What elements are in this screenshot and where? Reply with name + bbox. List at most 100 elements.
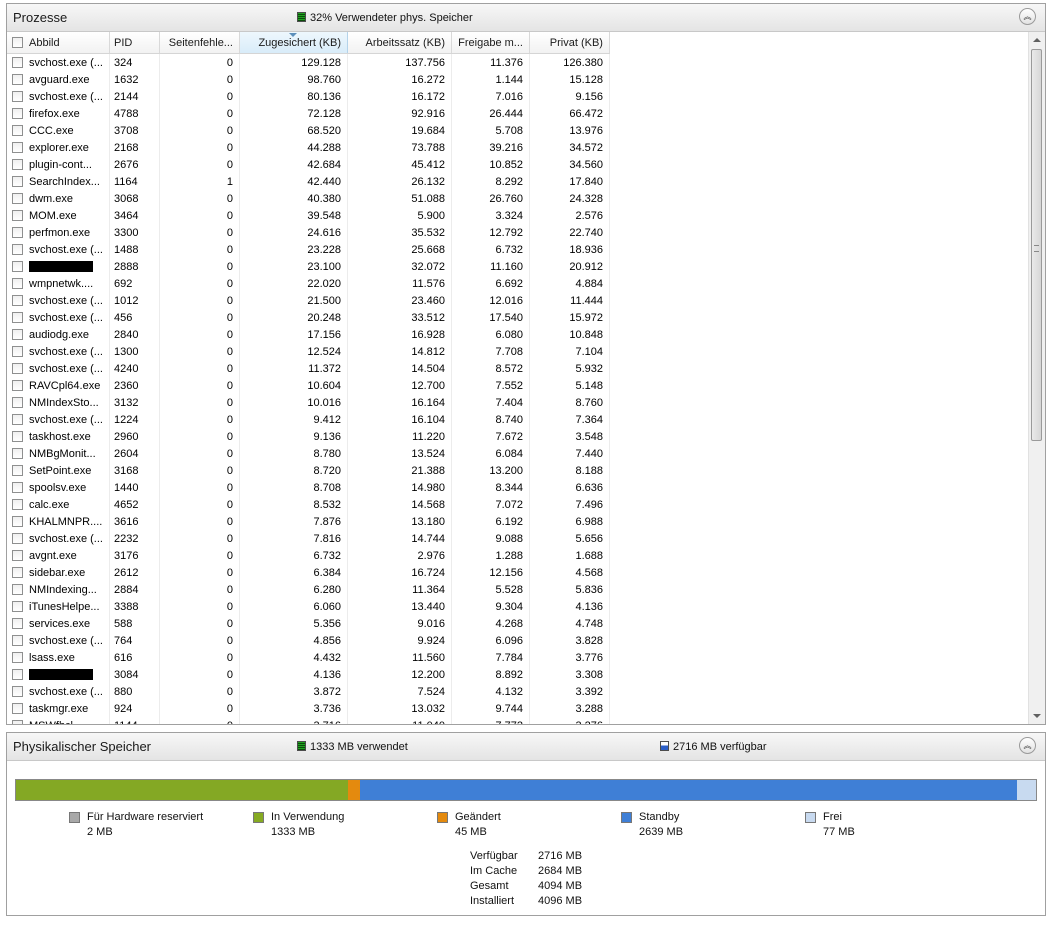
table-row[interactable]: svchost.exe (... 2232 0 7.816 14.744 9.088 5.6… (7, 530, 610, 547)
table-row[interactable]: svchost.exe (... 1300 0 12.524 14.812 7.708 7.… (7, 343, 610, 360)
row-checkbox[interactable] (12, 685, 23, 697)
row-checkbox[interactable] (12, 277, 23, 289)
table-row[interactable]: lsass.exe 616 0 4.432 11.560 7.784 3.776 (7, 649, 610, 666)
table-row[interactable]: svchost.exe (... 1012 0 21.500 23.460 12.016 1… (7, 292, 610, 309)
table-row[interactable]: firefox.exe 4788 0 72.128 92.916 26.444 66.472 (7, 105, 610, 122)
table-row[interactable]: wmpnetwk.... 692 0 22.020 11.576 6.692 4.884 (7, 275, 610, 292)
row-checkbox[interactable] (12, 413, 23, 425)
table-row[interactable]: SearchIndex... 1164 1 42.440 26.132 8.292 17.8… (7, 173, 610, 190)
row-checkbox[interactable] (12, 311, 23, 323)
row-checkbox[interactable] (12, 73, 23, 85)
column-header-page-faults[interactable]: Seitenfehle... (159, 32, 240, 54)
table-row[interactable]: explorer.exe 2168 0 44.288 73.788 39.216 34.57… (7, 139, 610, 156)
table-row[interactable]: svchost.exe (... 764 0 4.856 9.924 6.096 3.828 (7, 632, 610, 649)
table-row[interactable]: CCC.exe 3708 0 68.520 19.684 5.708 13.976 (7, 122, 610, 139)
table-row[interactable]: calc.exe 4652 0 8.532 14.568 7.072 7.496 (7, 496, 610, 513)
row-checkbox[interactable] (12, 583, 23, 595)
row-checkbox[interactable] (12, 141, 23, 153)
table-row[interactable]: KHALMNPR.... 3616 0 7.876 13.180 6.192 6.988 (7, 513, 610, 530)
commit-kb-cell: 8.532 (239, 496, 348, 513)
table-row[interactable]: taskmgr.exe 924 0 3.736 13.032 9.744 3.288 (7, 700, 610, 717)
table-row[interactable]: MSWfhcl... 114403.71611.0407.7723.276 (7, 717, 610, 724)
table-row[interactable]: spoolsv.exe 1440 0 8.708 14.980 8.344 6.636 (7, 479, 610, 496)
row-checkbox[interactable] (12, 209, 23, 221)
row-checkbox[interactable] (12, 430, 23, 442)
row-checkbox[interactable] (12, 396, 23, 408)
row-checkbox[interactable] (12, 600, 23, 612)
table-row[interactable]: NMIndexing... 2884 0 6.280 11.364 5.528 5.836 (7, 581, 610, 598)
physical-memory-header[interactable]: Physikalischer Speicher 1333 MB verwende… (7, 733, 1045, 761)
row-checkbox[interactable] (12, 124, 23, 136)
table-row[interactable]: avguard.exe 1632 0 98.760 16.272 1.144 15.128 (7, 71, 610, 88)
row-checkbox[interactable] (12, 566, 23, 578)
table-row[interactable]: RAVCpl64.exe 2360 0 10.604 12.700 7.552 5.148 (7, 377, 610, 394)
table-row[interactable]: plugin-cont... 2676 0 42.684 45.412 10.852 34.… (7, 156, 610, 173)
row-checkbox[interactable] (12, 260, 23, 272)
process-list-scrollbar[interactable] (1028, 32, 1045, 724)
column-header-pid[interactable]: PID (109, 32, 160, 54)
table-row[interactable]: svchost.exe (... 1488 0 23.228 25.668 6.732 18… (7, 241, 610, 258)
row-checkbox[interactable] (12, 549, 23, 561)
row-checkbox[interactable] (12, 651, 23, 663)
column-header-working-set[interactable]: Arbeitssatz (KB) (347, 32, 452, 54)
table-row[interactable]: services.exe 588 0 5.356 9.016 4.268 4.748 (7, 615, 610, 632)
row-checkbox[interactable] (12, 107, 23, 119)
scrollbar-thumb[interactable] (1031, 49, 1042, 441)
row-checkbox[interactable] (12, 617, 23, 629)
row-checkbox[interactable] (12, 226, 23, 238)
column-header-image[interactable]: Abbild (7, 32, 110, 54)
select-all-checkbox[interactable] (12, 36, 23, 48)
table-row[interactable]: svchost.exe (... 456 0 20.248 33.512 17.540 15… (7, 309, 610, 326)
row-checkbox[interactable] (12, 498, 23, 510)
row-checkbox[interactable] (12, 345, 23, 357)
row-checkbox[interactable] (12, 328, 23, 340)
row-checkbox[interactable] (12, 702, 23, 714)
row-checkbox[interactable] (12, 379, 23, 391)
table-row[interactable]: iTunesHelpe... 3388 0 6.060 13.440 9.304 4.136 (7, 598, 610, 615)
table-row[interactable]: avgnt.exe 3176 0 6.732 2.976 1.288 1.688 (7, 547, 610, 564)
table-row[interactable]: svchost.exe (... 2144 0 80.136 16.172 7.016 9.… (7, 88, 610, 105)
table-row[interactable]: svchost.exe (... 324 0 129.128 137.756 11.376… (7, 53, 610, 71)
table-row[interactable]: audiodg.exe 2840 0 17.156 16.928 6.080 10.848 (7, 326, 610, 343)
table-row[interactable]: 3084 0 4.136 12.200 8.892 3.308 (7, 666, 610, 683)
pid-cell: 2884 (109, 581, 160, 598)
table-row[interactable]: NMIndexSto... 3132 0 10.016 16.164 7.404 8.760 (7, 394, 610, 411)
table-row[interactable]: perfmon.exe 3300 0 24.616 35.532 12.792 22.740 (7, 224, 610, 241)
row-checkbox[interactable] (12, 56, 23, 68)
table-row[interactable]: svchost.exe (... 1224 0 9.412 16.104 8.740 7.3… (7, 411, 610, 428)
row-checkbox[interactable] (12, 362, 23, 374)
processes-header[interactable]: Prozesse 32% Verwendeter phys. Speicher … (7, 4, 1045, 32)
table-row[interactable]: 2888 0 23.100 32.072 11.160 20.912 (7, 258, 610, 275)
pid-cell: 3176 (109, 547, 160, 564)
table-row[interactable]: taskhost.exe 2960 0 9.136 11.220 7.672 3.548 (7, 428, 610, 445)
table-row[interactable]: dwm.exe 3068 0 40.380 51.088 26.760 24.328 (7, 190, 610, 207)
row-checkbox[interactable] (12, 481, 23, 493)
table-row[interactable]: MOM.exe 3464 0 39.548 5.900 3.324 2.576 (7, 207, 610, 224)
scroll-up-arrow-icon[interactable] (1033, 38, 1041, 42)
row-checkbox[interactable] (12, 294, 23, 306)
table-row[interactable]: svchost.exe (... 4240 0 11.372 14.504 8.572 5.… (7, 360, 610, 377)
table-row[interactable]: NMBgMonit... 2604 0 8.780 13.524 6.084 7.440 (7, 445, 610, 462)
row-checkbox[interactable] (12, 447, 23, 459)
column-header-shareable[interactable]: Freigabe m... (451, 32, 530, 54)
row-checkbox[interactable] (12, 175, 23, 187)
row-checkbox[interactable] (12, 90, 23, 102)
collapse-physical-memory-button[interactable]: ︽ (1019, 737, 1036, 754)
row-checkbox[interactable] (12, 243, 23, 255)
row-checkbox[interactable] (12, 719, 23, 724)
collapse-processes-button[interactable]: ︽ (1019, 8, 1036, 25)
column-header-private[interactable]: Privat (KB) (529, 32, 610, 54)
table-row[interactable]: svchost.exe (... 880 0 3.872 7.524 4.132 3.392 (7, 683, 610, 700)
table-row[interactable]: SetPoint.exe 3168 0 8.720 21.388 13.200 8.188 (7, 462, 610, 479)
page-faults-cell: 0 (159, 71, 240, 88)
row-checkbox[interactable] (12, 192, 23, 204)
column-header-commit[interactable]: Zugesichert (KB) (239, 32, 348, 54)
row-checkbox[interactable] (12, 464, 23, 476)
row-checkbox[interactable] (12, 634, 23, 646)
row-checkbox[interactable] (12, 668, 23, 680)
row-checkbox[interactable] (12, 532, 23, 544)
scroll-down-arrow-icon[interactable] (1033, 714, 1041, 718)
row-checkbox[interactable] (12, 158, 23, 170)
table-row[interactable]: sidebar.exe 2612 0 6.384 16.724 12.156 4.568 (7, 564, 610, 581)
row-checkbox[interactable] (12, 515, 23, 527)
